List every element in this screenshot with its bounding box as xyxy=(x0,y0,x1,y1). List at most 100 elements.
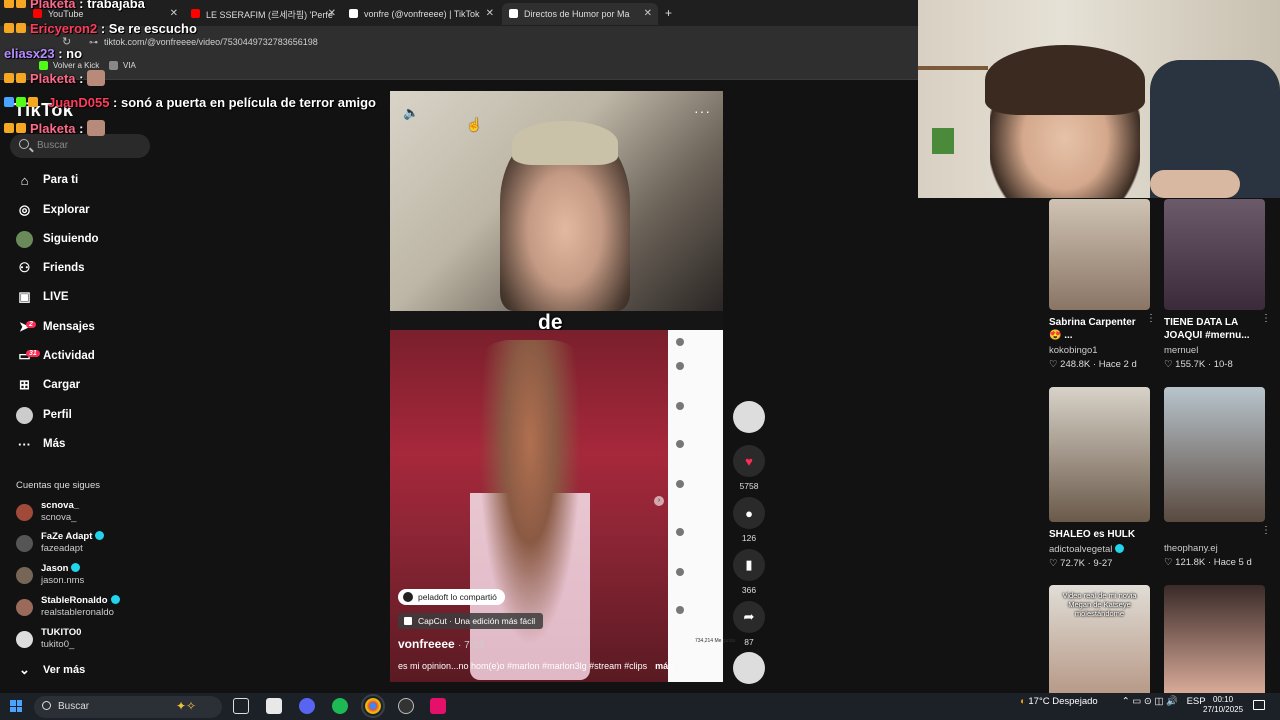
video-thumbnail: Video real de mi novia Megan de Katseye … xyxy=(1049,585,1150,693)
video-thumbnail xyxy=(1164,199,1265,310)
search-icon xyxy=(42,701,51,710)
nav-friends[interactable]: ⚇ Friends xyxy=(16,255,146,281)
video-card[interactable]: Sabrina Carpenter 😍 ... ⋮ kokobingo1 ♡ 2… xyxy=(1049,199,1156,370)
discord-icon[interactable] xyxy=(299,698,315,714)
webcam-shelf xyxy=(918,66,988,70)
comment-button[interactable]: ● 126 xyxy=(733,497,765,543)
comment-avatar xyxy=(676,606,684,614)
taskbar-search-input[interactable]: Buscar ✦✧ xyxy=(34,696,222,718)
avatar xyxy=(16,535,33,552)
avatar xyxy=(16,599,33,616)
nav-cargar[interactable]: ⊞ Cargar xyxy=(16,372,146,398)
search-input[interactable]: Buscar xyxy=(10,134,150,158)
profile-icon xyxy=(16,406,33,424)
close-tab-icon[interactable]: ✕ xyxy=(170,8,178,19)
more-options-icon[interactable]: ⋮ xyxy=(1146,313,1156,324)
chat-message: Plaketa : xyxy=(4,70,106,86)
like-button[interactable]: ♥ 5758 xyxy=(733,445,765,491)
chat-badges-icon xyxy=(4,0,30,8)
kick-icon xyxy=(39,61,48,70)
tab-directos[interactable]: Directos de Humor por Ma ✕ xyxy=(502,3,658,25)
bookmark-via[interactable]: VIA xyxy=(123,61,136,70)
chat-message: Ericyeron2 : Se re escucho xyxy=(4,21,197,36)
verified-icon xyxy=(1115,544,1125,553)
live-icon: ▣ xyxy=(18,289,31,304)
comment-avatar xyxy=(676,362,684,370)
description-more-link[interactable]: más xyxy=(655,661,673,671)
video-card[interactable]: ⋮ theophany.ej ♡ 121.8K · Hace 5 d xyxy=(1164,387,1271,568)
obs-icon[interactable] xyxy=(398,698,414,714)
system-tray: ◐ 17°C Despejado ⌃ ▭ ⊙ ◫ 🔊 ESP xyxy=(1020,696,1206,707)
tab-vonfre[interactable]: vonfre (@vonfreeee) | TikTok ✕ xyxy=(342,3,500,25)
following-account[interactable]: Jason jason.nms xyxy=(16,563,146,591)
capcut-badge[interactable]: CapCut · Una edición más fácil xyxy=(398,613,544,629)
video-thumbnail xyxy=(1164,387,1265,522)
video-author[interactable]: vonfreeee · 7-23 xyxy=(398,637,484,651)
chat-badges-icon xyxy=(4,95,48,107)
author-avatar-button[interactable] xyxy=(733,401,765,433)
video-card[interactable] xyxy=(1164,585,1265,693)
webcam-hair xyxy=(985,45,1145,115)
tiktok-icon xyxy=(349,9,358,18)
spotify-icon[interactable] xyxy=(332,698,348,714)
sound-icon[interactable]: 🔈 xyxy=(403,105,419,121)
comment-avatar xyxy=(676,338,684,346)
video-streamer-cap xyxy=(512,121,618,165)
task-view-icon[interactable] xyxy=(233,698,249,714)
taskbar-clock[interactable]: 00:10 27/10/2025 xyxy=(1203,695,1243,715)
comment-avatar xyxy=(676,440,684,448)
more-options-icon[interactable]: ··· xyxy=(694,103,711,119)
tab-lesserafim[interactable]: LE SSERAFIM (르세라핌) 'Perfe ✕ xyxy=(184,3,342,25)
nav-perfil[interactable]: Perfil xyxy=(16,402,146,428)
tray-icons[interactable]: ⌃ ▭ ⊙ ◫ 🔊 xyxy=(1122,696,1178,707)
sound-disc-button[interactable] xyxy=(733,652,765,684)
compass-icon: ◎ xyxy=(18,202,31,217)
following-account[interactable]: TUKITO0 tukito0_ xyxy=(16,627,146,655)
carousel-next-icon[interactable]: › xyxy=(654,496,664,506)
bookmark-volver-a-kick[interactable]: Volver a Kick xyxy=(53,61,99,70)
music-disc-icon xyxy=(733,652,765,684)
notifications-icon[interactable] xyxy=(1253,700,1265,710)
nav-live[interactable]: ▣ LIVE xyxy=(16,284,146,310)
nav-actividad[interactable]: ▭ 31 Actividad xyxy=(16,343,146,369)
shared-by-badge[interactable]: peladoft lo compartió xyxy=(398,589,505,605)
nav-mas[interactable]: ··· Más xyxy=(16,431,146,457)
url-field[interactable]: tiktok.com/@vonfreeee/video/753044973278… xyxy=(104,37,318,47)
emote-icon xyxy=(87,70,106,86)
chrome-icon[interactable] xyxy=(361,694,385,718)
following-section-title: Cuentas que sigues xyxy=(16,480,100,491)
nav-explorar[interactable]: ◎ Explorar xyxy=(16,197,146,223)
nav-mensajes[interactable]: ➤ 2 Mensajes xyxy=(16,314,146,340)
home-icon: ⌂ xyxy=(20,172,29,188)
instagram-likes: 734,214 Me gusta xyxy=(695,638,736,644)
share-button[interactable]: ➦ 87 xyxy=(733,601,765,647)
more-options-icon[interactable]: ⋮ xyxy=(1261,313,1271,324)
close-tab-icon[interactable]: ✕ xyxy=(644,8,652,19)
following-account[interactable]: StableRonaldo realstableronaldo xyxy=(16,595,146,623)
new-tab-button[interactable]: + xyxy=(665,6,672,20)
windows-start-icon[interactable] xyxy=(10,700,22,712)
nav-siguiendo[interactable]: Siguiendo xyxy=(16,226,146,252)
bookmarks-bar xyxy=(0,56,918,80)
app-icon[interactable] xyxy=(266,698,282,714)
more-options-icon[interactable]: ⋮ xyxy=(1261,525,1271,536)
verified-icon xyxy=(71,563,81,572)
save-button[interactable]: ▮ 366 xyxy=(733,549,765,595)
video-card[interactable]: Video real de mi novia Megan de Katseye … xyxy=(1049,585,1150,693)
video-card[interactable]: TIENE DATA LA JOAQUI #mernu... ⋮ mernuel… xyxy=(1164,199,1271,370)
site-info-icon[interactable]: ⊶ xyxy=(89,37,98,48)
chat-message: eliasx23 : no xyxy=(4,46,83,61)
close-tab-icon[interactable]: ✕ xyxy=(486,8,494,19)
see-more-button[interactable]: ⌄ Ver más xyxy=(16,657,146,683)
nav-para-ti[interactable]: ⌂ Para ti xyxy=(16,167,146,193)
activity-badge: 31 xyxy=(26,349,40,357)
comment-avatar xyxy=(676,568,684,576)
video-runway-model xyxy=(470,340,590,680)
following-account[interactable]: scnova_ scnova_ xyxy=(16,500,146,528)
following-account[interactable]: FaZe Adapt fazeadapt xyxy=(16,531,146,559)
tiktok-app-icon[interactable] xyxy=(430,698,446,714)
video-card[interactable]: SHALEO es HULK adictoalvegetal ♡ 72.7K ·… xyxy=(1049,387,1150,569)
video-description: es mi opinion...no hom(e)o #marlon #marl… xyxy=(398,661,674,671)
close-tab-icon[interactable]: ✕ xyxy=(328,8,336,19)
friends-icon: ⚇ xyxy=(18,260,31,275)
